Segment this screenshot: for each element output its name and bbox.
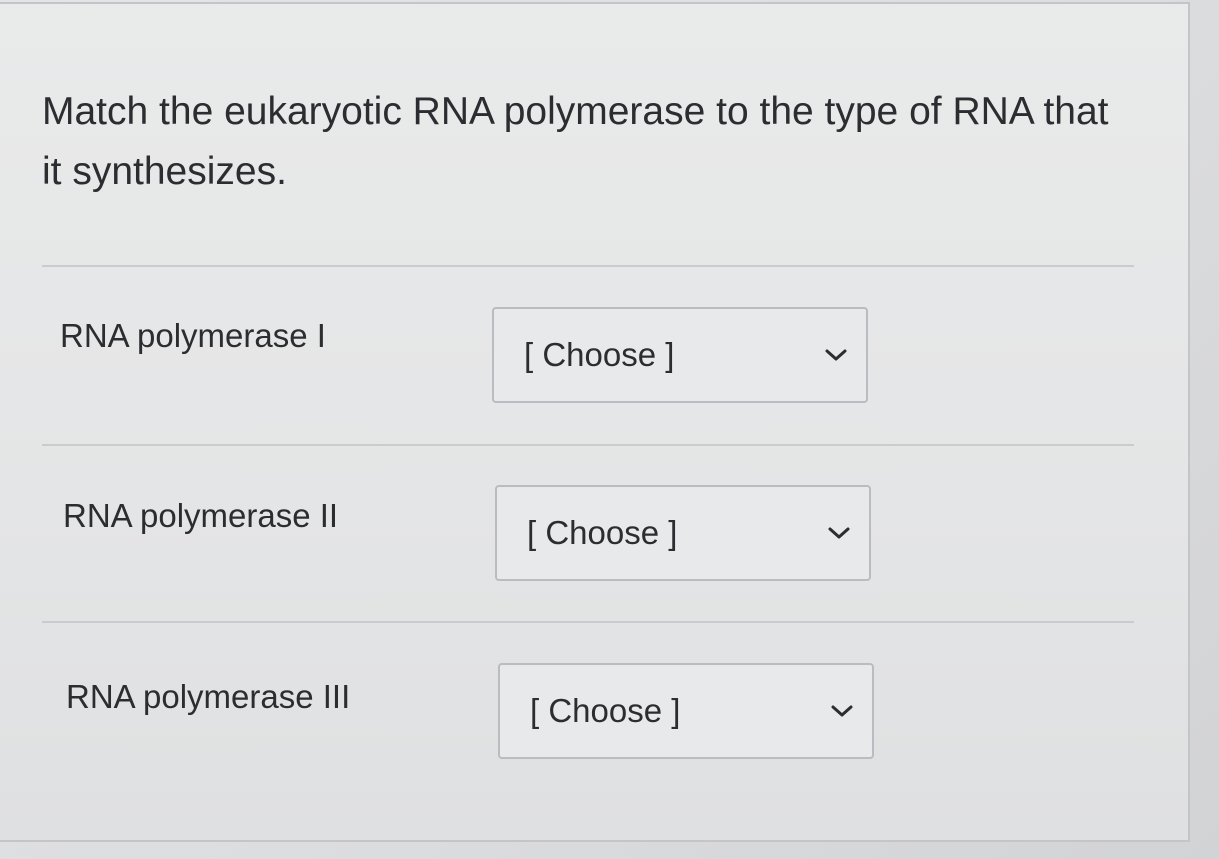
dropdown-rna-polymerase-i[interactable]: [ Choose ] (492, 307, 868, 403)
chevron-down-icon (825, 349, 847, 361)
divider (42, 621, 1134, 623)
dropdown-selected-value: [ Choose ] (524, 336, 675, 373)
divider (42, 444, 1134, 446)
dropdown-rna-polymerase-iii[interactable]: [ Choose ] (498, 663, 874, 759)
dropdown-rna-polymerase-ii[interactable]: [ Choose ] (495, 485, 871, 581)
chevron-down-icon (828, 527, 850, 539)
chevron-down-icon (831, 705, 853, 717)
divider (42, 265, 1134, 267)
dropdown-selected-value: [ Choose ] (530, 692, 681, 729)
dropdown-selected-value: [ Choose ] (527, 514, 678, 551)
question-prompt: Match the eukaryotic RNA polymerase to t… (42, 90, 1109, 193)
question-panel: Match the eukaryotic RNA polymerase to t… (0, 2, 1190, 842)
row-label-rna-polymerase-ii: RNA polymerase II (63, 497, 339, 534)
row-label-rna-polymerase-iii: RNA polymerase III (66, 678, 351, 715)
row-label-rna-polymerase-i: RNA polymerase I (60, 317, 326, 354)
